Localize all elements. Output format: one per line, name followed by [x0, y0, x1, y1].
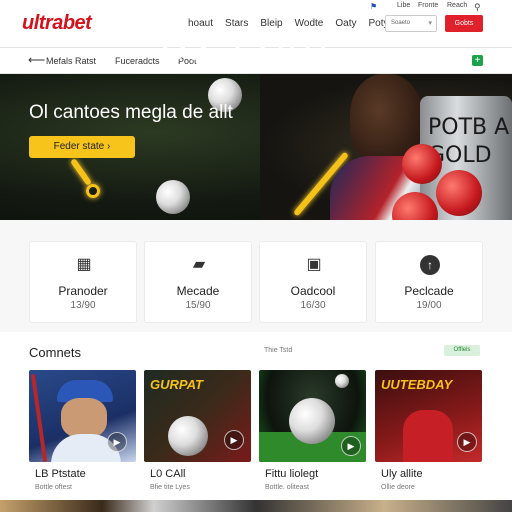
events-section: Comnets Thie Tstd Offlels ▶ LB Ptstate B…: [0, 332, 512, 512]
util-link-0[interactable]: Libe: [397, 2, 410, 9]
hero-cta-label: Feder state: [53, 141, 105, 152]
arrow-circle-icon: ↑: [420, 255, 440, 275]
event-subtitle: Bottle oftest: [35, 484, 72, 491]
next-row-preview: [0, 500, 512, 512]
event-card[interactable]: UUTEBDAY ▶ Uly allite Ollie deore: [375, 370, 482, 498]
hero-cta-button[interactable]: Feder state ›: [29, 136, 135, 158]
category-card[interactable]: ▣ Oadcool 16/30: [259, 241, 367, 323]
category-subtitle: 13/90: [70, 300, 96, 311]
event-overlay-text: GURPAT: [150, 377, 203, 392]
nav-item-4[interactable]: Oaty: [335, 18, 356, 29]
category-subtitle: 15/90: [185, 300, 211, 311]
event-title: LB Ptstate: [35, 468, 86, 480]
category-subtitle: 16/30: [300, 300, 326, 311]
category-title: Pranoder: [58, 284, 108, 298]
football-image: [335, 374, 349, 388]
back-arrow-icon[interactable]: ⟵: [28, 53, 45, 67]
event-subtitle: Bfie tite Lyes: [150, 484, 190, 491]
football-image: [156, 180, 190, 214]
language-select-label: Soaeto: [391, 20, 411, 26]
football-image: [168, 416, 208, 456]
event-card[interactable]: ▶ Fittu liolegt Bottle. oliteast: [259, 370, 366, 498]
search-icon[interactable]: ⚲: [474, 2, 481, 13]
bat-image: [30, 374, 48, 462]
top-header: ultrabet Libe Fronte Reach ⚑ ⚲ hoaut Sta…: [0, 0, 512, 48]
category-title: Peclcade: [404, 284, 454, 298]
subnav-item-1[interactable]: Fuceradcts: [115, 56, 160, 66]
status-badge: Offlels: [444, 345, 480, 356]
play-icon[interactable]: ▶: [107, 432, 127, 452]
play-icon[interactable]: ▶: [457, 432, 477, 452]
language-select[interactable]: Soaeto ▾: [385, 15, 437, 32]
chevron-down-icon: ▾: [428, 20, 432, 27]
subnav-item-0[interactable]: Mefals Ratst: [46, 56, 96, 66]
event-image: ▶: [259, 370, 366, 462]
category-title: Mecade: [176, 284, 220, 298]
category-section: ▦ Pranoder 13/90 ▰ Mecade 15/90 ▣ Oadcoo…: [0, 220, 512, 332]
category-card[interactable]: ↑ Peclcade 19/00: [375, 241, 483, 323]
signup-button[interactable]: Gobts: [445, 15, 483, 32]
brand-logo[interactable]: ultrabet: [22, 12, 92, 35]
arrow-right-icon: ›: [107, 141, 111, 152]
event-subtitle: Ollie deore: [381, 484, 415, 491]
category-card[interactable]: ▦ Pranoder 13/90: [29, 241, 137, 323]
category-card[interactable]: ▰ Mecade 15/90: [144, 241, 252, 323]
screen-icon: ▣: [306, 256, 322, 273]
event-image: GURPAT ▶: [144, 370, 251, 462]
play-icon[interactable]: ▶: [224, 430, 244, 450]
hero-banner[interactable]: POTB A GOLD Ol cantoes megla de allt Fed…: [0, 74, 512, 220]
event-title: Uly allite: [381, 468, 423, 480]
event-title: L0 CAll: [150, 468, 186, 480]
neon-decoration: [69, 157, 93, 187]
sub-navigation: ⟵ Mefals Ratst Fuceradcts Poot +: [0, 48, 512, 74]
event-image: UUTEBDAY ▶: [375, 370, 482, 462]
football-image: [289, 398, 335, 444]
red-ball-image: [436, 170, 482, 216]
player-face: [61, 398, 107, 438]
main-nav: hoaut Stars Bleip Wodte Oaty Poty: [188, 18, 401, 29]
neon-decoration: [86, 184, 100, 198]
flag-icon[interactable]: ⚑: [370, 2, 377, 11]
event-card[interactable]: ▶ LB Ptstate Bottle oftest: [29, 370, 136, 498]
nav-item-3[interactable]: Wodte: [295, 18, 324, 29]
add-icon[interactable]: +: [472, 55, 483, 66]
hero-title: Ol cantoes megla de allt: [29, 102, 233, 123]
briefcase-icon: ▰: [192, 256, 206, 273]
event-image: ▶: [29, 370, 136, 462]
event-overlay-text: UUTEBDAY: [381, 377, 453, 392]
util-link-2[interactable]: Reach: [447, 2, 467, 9]
player-jersey: [403, 410, 453, 462]
section-title: Comnets: [29, 345, 82, 360]
event-card[interactable]: GURPAT ▶ L0 CAll Bfie tite Lyes: [144, 370, 251, 498]
red-ball-image: [402, 144, 442, 184]
category-title: Oadcool: [290, 284, 336, 298]
play-icon[interactable]: ▶: [341, 436, 361, 456]
calendar-icon: ▦: [76, 256, 92, 273]
event-subtitle: Bottle. oliteast: [265, 484, 309, 491]
nav-item-2[interactable]: Bleip: [260, 18, 282, 29]
nav-item-0[interactable]: hoaut: [188, 18, 213, 29]
nav-item-1[interactable]: Stars: [225, 18, 248, 29]
event-title: Fittu liolegt: [265, 468, 319, 480]
view-all-link[interactable]: Thie Tstd: [264, 347, 292, 354]
subnav-item-2[interactable]: Poot: [178, 56, 197, 66]
category-subtitle: 19/00: [416, 300, 442, 311]
util-link-1[interactable]: Fronte: [418, 2, 438, 9]
